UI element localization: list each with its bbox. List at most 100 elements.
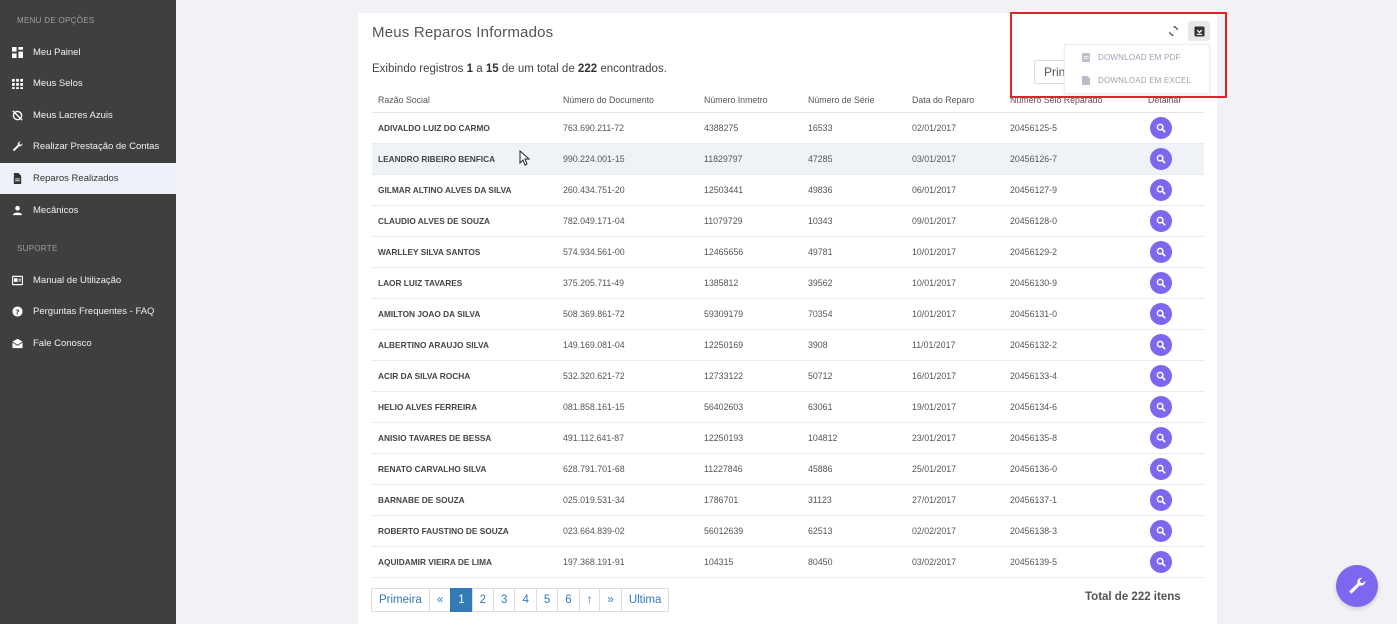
sidebar-item-reparos-realizados[interactable]: Reparos Realizados — [0, 163, 176, 194]
detail-button[interactable] — [1150, 457, 1172, 480]
documento-cell: 782.049.171-04 — [557, 205, 698, 237]
detalhar-cell — [1142, 484, 1204, 516]
page-title: Meus Reparos Informados — [372, 24, 554, 41]
serie-cell: 16533 — [802, 112, 906, 144]
records-info: Exibindo registros 1 a 15 de um total de… — [372, 63, 667, 75]
support-section-title: SUPORTE — [17, 244, 58, 253]
sidebar-item-faq[interactable]: ? Perguntas Frequentes - FAQ — [0, 296, 176, 327]
mouse-cursor-icon — [519, 150, 531, 166]
data-reparo-cell: 06/01/2017 — [906, 174, 1004, 206]
column-header[interactable]: Número Inmetro — [698, 89, 802, 113]
sidebar-item-fale-conosco[interactable]: Fale Conosco — [0, 328, 176, 359]
page-button[interactable]: 4 — [514, 588, 537, 612]
inmetro-cell: 104315 — [698, 546, 802, 578]
sidebar-item-label: Meus Selos — [33, 78, 83, 89]
inmetro-cell: 12465656 — [698, 236, 802, 268]
table-row: GILMAR ALTINO ALVES DA SILVA 260.434.751-… — [372, 174, 1204, 206]
detail-button[interactable] — [1150, 488, 1172, 511]
detail-button[interactable] — [1150, 116, 1172, 139]
column-header[interactable]: Número do Documento — [557, 89, 698, 113]
highlight-box — [1010, 12, 1227, 98]
detail-button[interactable] — [1150, 271, 1172, 294]
repairs-table: Razão Social Número do Documento Número … — [372, 89, 1204, 578]
razao-social-cell: ALBERTINO ARAUJO SILVA — [372, 329, 557, 361]
table-row: LAOR LUIZ TAVARES 375.205.711-49 1385812 39… — [372, 267, 1204, 299]
page-button[interactable]: Ultima — [620, 588, 670, 612]
razao-social-cell: LAOR LUIZ TAVARES — [372, 267, 557, 299]
column-header[interactable]: Número de Série — [802, 89, 906, 113]
book-icon — [12, 275, 23, 286]
selo-reparado-cell: 20456128-0 — [1004, 205, 1142, 237]
documento-cell: 260.434.751-20 — [557, 174, 698, 206]
data-reparo-cell: 11/01/2017 — [906, 329, 1004, 361]
inmetro-cell: 12250193 — [698, 422, 802, 454]
sidebar: MENU DE OPÇÕES Meu Painel Meus Selos Meu… — [0, 0, 176, 624]
sidebar-item-label: Manual de Utilização — [33, 275, 122, 286]
repairs-card: Meus Reparos Informados Exibindo registr… — [358, 13, 1217, 624]
search-icon — [1156, 185, 1166, 195]
sidebar-item-label: Reparos Realizados — [33, 173, 119, 184]
sidebar-item-prestacao-contas[interactable]: Realizar Prestação de Contas — [0, 131, 176, 162]
page-button[interactable]: 1 — [450, 588, 473, 612]
documento-cell: 763.690.211-72 — [557, 112, 698, 144]
tools-fab-button[interactable] — [1336, 565, 1378, 607]
detail-button[interactable] — [1150, 550, 1172, 573]
data-reparo-cell: 09/01/2017 — [906, 205, 1004, 237]
data-reparo-cell: 19/01/2017 — [906, 391, 1004, 423]
detalhar-cell — [1142, 391, 1204, 423]
page-button[interactable]: » — [599, 588, 622, 612]
sidebar-item-meus-lacres-azuis[interactable]: Meus Lacres Azuis — [0, 100, 176, 131]
razao-social-cell: ANISIO TAVARES DE BESSA — [372, 422, 557, 454]
page-button[interactable]: ↑ — [578, 588, 601, 612]
detail-button[interactable] — [1150, 333, 1172, 356]
sidebar-item-label: Perguntas Frequentes - FAQ — [33, 306, 155, 317]
inmetro-cell: 59309179 — [698, 298, 802, 330]
detail-button[interactable] — [1150, 364, 1172, 387]
data-reparo-cell: 10/01/2017 — [906, 298, 1004, 330]
inmetro-cell: 12733122 — [698, 360, 802, 392]
sidebar-item-label: Fale Conosco — [33, 338, 92, 349]
page-button[interactable]: 6 — [557, 588, 580, 612]
inmetro-cell: 56402603 — [698, 391, 802, 423]
sidebar-item-label: Mecânicos — [33, 205, 79, 216]
detail-button[interactable] — [1150, 240, 1172, 263]
detail-button[interactable] — [1150, 178, 1172, 201]
page-button[interactable]: Primeira — [371, 588, 430, 612]
page-button[interactable]: 2 — [471, 588, 495, 612]
sidebar-item-mecanicos[interactable]: Mecânicos — [0, 195, 176, 226]
column-header[interactable]: Data do Reparo — [906, 89, 1004, 113]
documento-cell: 197.368.191-91 — [557, 546, 698, 578]
serie-cell: 80450 — [802, 546, 906, 578]
serie-cell: 10343 — [802, 205, 906, 237]
detail-button[interactable] — [1150, 395, 1172, 418]
page-button[interactable]: 3 — [493, 588, 516, 612]
detail-button[interactable] — [1150, 426, 1172, 449]
serie-cell: 49836 — [802, 174, 906, 206]
column-header[interactable]: Razão Social — [372, 89, 557, 113]
detalhar-cell — [1142, 112, 1204, 144]
wrench-icon — [12, 141, 23, 152]
seal-off-icon — [12, 110, 23, 121]
selo-reparado-cell: 20456134-6 — [1004, 391, 1142, 423]
wrench-icon — [1348, 577, 1366, 595]
detail-button[interactable] — [1150, 302, 1172, 325]
detail-button[interactable] — [1150, 147, 1172, 170]
search-icon — [1156, 433, 1166, 443]
data-reparo-cell: 02/02/2017 — [906, 515, 1004, 547]
detail-button[interactable] — [1150, 519, 1172, 542]
page-button[interactable]: 5 — [535, 588, 559, 612]
records-prefix: Exibindo registros — [372, 63, 464, 75]
selo-reparado-cell: 20456127-9 — [1004, 174, 1142, 206]
serie-cell: 45886 — [802, 453, 906, 485]
search-icon — [1156, 402, 1166, 412]
razao-social-cell: ADIVALDO LUIZ DO CARMO — [372, 112, 557, 144]
sidebar-item-meus-selos[interactable]: Meus Selos — [0, 68, 176, 99]
documento-cell: 508.369.861-72 — [557, 298, 698, 330]
data-reparo-cell: 03/01/2017 — [906, 143, 1004, 175]
sidebar-item-manual[interactable]: Manual de Utilização — [0, 265, 176, 296]
sidebar-item-meu-painel[interactable]: Meu Painel — [0, 37, 176, 68]
detalhar-cell — [1142, 174, 1204, 206]
detail-button[interactable] — [1150, 209, 1172, 232]
page-button[interactable]: « — [428, 588, 452, 612]
search-icon — [1156, 495, 1166, 505]
